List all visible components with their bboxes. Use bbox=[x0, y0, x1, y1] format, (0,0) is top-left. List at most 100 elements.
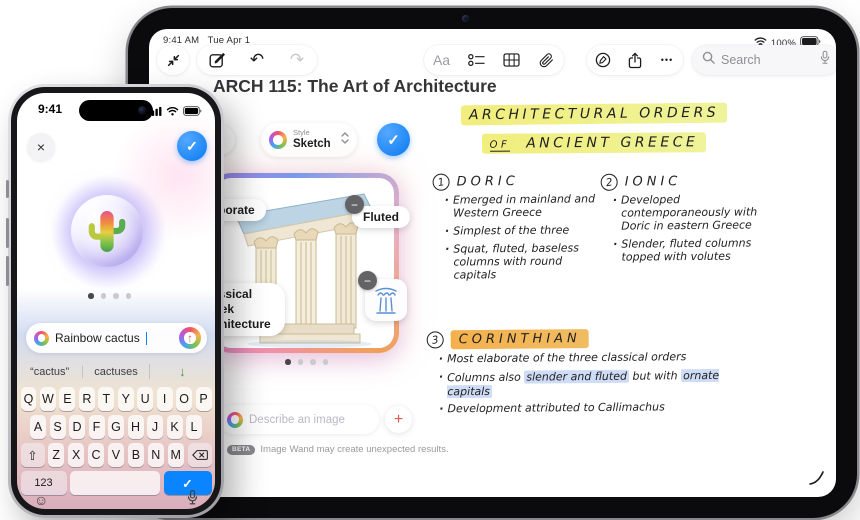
section-ionic: 2 IONIC Developed contemporaneously with… bbox=[601, 172, 788, 269]
add-concept-button[interactable]: + bbox=[385, 406, 412, 433]
letter-key[interactable]: U bbox=[137, 387, 153, 411]
describe-placeholder: Describe an image bbox=[249, 414, 345, 426]
letter-key[interactable]: J bbox=[147, 415, 163, 439]
handwritten-bullet: Slender, fluted columns topped with volu… bbox=[613, 237, 787, 264]
dictation-mic-icon[interactable] bbox=[820, 50, 830, 70]
style-palette-icon bbox=[269, 131, 287, 149]
letter-key[interactable]: S bbox=[50, 415, 66, 439]
table-icon[interactable] bbox=[499, 47, 525, 73]
letter-key[interactable]: P bbox=[196, 387, 212, 411]
confirm-check-button[interactable]: ✓ bbox=[377, 123, 410, 156]
iphone-pagination-dots[interactable] bbox=[88, 293, 131, 299]
letter-key[interactable]: T bbox=[98, 387, 114, 411]
prompt-input[interactable]: Rainbow cactus ↑ bbox=[26, 323, 207, 353]
suggestion-plural[interactable]: cactuses bbox=[82, 366, 148, 378]
text-format-button[interactable]: Aa bbox=[429, 47, 455, 73]
section-corinthian: 3 CORINTHIAN Most elaborate of the three… bbox=[427, 328, 768, 422]
handwritten-bullet: Development attributed to Callimachus bbox=[439, 401, 767, 417]
doric-bullets: Emerged in mainland and Western GreeceSi… bbox=[433, 193, 604, 282]
ipad-pagination-dots[interactable] bbox=[285, 359, 328, 365]
letter-key[interactable]: M bbox=[168, 443, 184, 467]
letter-key[interactable]: I bbox=[157, 387, 173, 411]
emoji-keyboard-icon[interactable]: ☺ bbox=[34, 492, 48, 508]
page-curl-icon[interactable] bbox=[809, 470, 825, 491]
more-icon[interactable]: ••• bbox=[654, 47, 680, 73]
up-arrow-icon: ↑ bbox=[179, 327, 201, 349]
search-placeholder: Search bbox=[721, 53, 814, 67]
rainbow-cactus-emoji bbox=[88, 208, 126, 254]
iphone-bezel: 9:41 × ✓ bbox=[11, 87, 221, 515]
letter-key[interactable]: O bbox=[176, 387, 192, 411]
wifi-icon bbox=[166, 103, 179, 121]
volume-up-button bbox=[6, 218, 9, 248]
remove-concept-icon[interactable]: − bbox=[358, 271, 377, 290]
letter-key[interactable]: B bbox=[128, 443, 144, 467]
redo-icon[interactable]: ↷ bbox=[284, 47, 310, 73]
letter-key[interactable]: F bbox=[89, 415, 105, 439]
letter-key[interactable]: W bbox=[40, 387, 56, 411]
backspace-key[interactable] bbox=[188, 443, 212, 467]
ipad-screen: 9:41 AM Tue Apr 1 100% ↶ ↷ Aa • bbox=[149, 29, 836, 497]
letter-key[interactable]: A bbox=[30, 415, 46, 439]
letter-key[interactable]: N bbox=[148, 443, 164, 467]
letter-key[interactable]: Z bbox=[48, 443, 64, 467]
letter-key[interactable]: R bbox=[79, 387, 95, 411]
markup-icon[interactable] bbox=[590, 47, 616, 73]
handwritten-bullet: Most elaborate of the three classical or… bbox=[439, 351, 767, 367]
column-sketch-icon bbox=[372, 285, 400, 315]
letter-key[interactable]: X bbox=[68, 443, 84, 467]
suggestion-quoted[interactable]: “cactus” bbox=[17, 366, 82, 378]
text-caret bbox=[146, 332, 148, 345]
shift-key[interactable]: ⇧ bbox=[21, 443, 45, 467]
genmoji-bubble[interactable] bbox=[71, 195, 143, 267]
iphone-device: 9:41 × ✓ bbox=[8, 84, 224, 518]
handwritten-heading-2: OF ANCIENT GREECE bbox=[444, 131, 744, 152]
prompt-value: Rainbow cactus bbox=[55, 331, 140, 345]
iphone-status-icons bbox=[148, 103, 202, 121]
letter-key[interactable]: V bbox=[108, 443, 124, 467]
letter-key[interactable]: G bbox=[108, 415, 124, 439]
style-picker[interactable]: Style Sketch bbox=[261, 123, 357, 157]
remove-concept-icon[interactable]: − bbox=[345, 195, 364, 214]
apple-intelligence-icon bbox=[34, 331, 49, 346]
compose-icon[interactable] bbox=[204, 47, 230, 73]
letter-key[interactable]: Q bbox=[21, 387, 37, 411]
ionic-title: IONIC bbox=[625, 174, 682, 189]
section-doric: 1 DORIC Emerged in mainland and Western … bbox=[433, 172, 604, 287]
paperclip-icon[interactable] bbox=[534, 47, 560, 73]
share-icon[interactable] bbox=[622, 47, 648, 73]
volume-down-button bbox=[6, 256, 9, 286]
letter-key[interactable]: K bbox=[167, 415, 183, 439]
blue-highlight: slender and fluted bbox=[524, 370, 629, 384]
letter-key[interactable]: E bbox=[59, 387, 75, 411]
search-field[interactable]: Search bbox=[692, 45, 836, 75]
down-arrow-icon: ↓ bbox=[179, 364, 186, 379]
collapse-icon[interactable] bbox=[160, 47, 186, 73]
handwritten-bullet: Emerged in mainland and Western Greece bbox=[445, 193, 603, 220]
close-icon[interactable]: × bbox=[27, 133, 55, 161]
suggestion-collapse[interactable]: ↓ bbox=[149, 364, 215, 379]
camera-lens bbox=[138, 106, 147, 115]
iphone-time: 9:41 bbox=[38, 102, 62, 116]
letter-key[interactable]: Y bbox=[118, 387, 134, 411]
cellular-icon bbox=[148, 103, 162, 121]
ipad-device: 9:41 AM Tue Apr 1 100% ↶ ↷ Aa • bbox=[128, 8, 857, 518]
apple-intelligence-icon bbox=[227, 412, 243, 428]
chevron-up-down-icon bbox=[341, 131, 349, 149]
tools-pill: ••• bbox=[587, 45, 683, 75]
letter-key[interactable]: C bbox=[88, 443, 104, 467]
send-button[interactable]: ↑ bbox=[179, 327, 201, 349]
describe-image-field[interactable]: Describe an image bbox=[219, 405, 379, 434]
page-title: ARCH 115: The Art of Architecture bbox=[213, 76, 497, 97]
beta-disclaimer: BETA Image Wand may create unexpected re… bbox=[227, 444, 449, 455]
confirm-check-button[interactable]: ✓ bbox=[177, 131, 207, 161]
beta-badge: BETA bbox=[227, 445, 255, 455]
undo-icon[interactable]: ↶ bbox=[244, 47, 270, 73]
checklist-icon[interactable] bbox=[464, 47, 490, 73]
letter-key[interactable]: L bbox=[186, 415, 202, 439]
letter-key[interactable]: D bbox=[69, 415, 85, 439]
ipad-front-camera bbox=[462, 15, 469, 22]
letter-key[interactable]: H bbox=[128, 415, 144, 439]
keyboard-row-1: QWERTYUIOP bbox=[17, 387, 215, 411]
dictation-mic-icon[interactable] bbox=[187, 489, 198, 509]
